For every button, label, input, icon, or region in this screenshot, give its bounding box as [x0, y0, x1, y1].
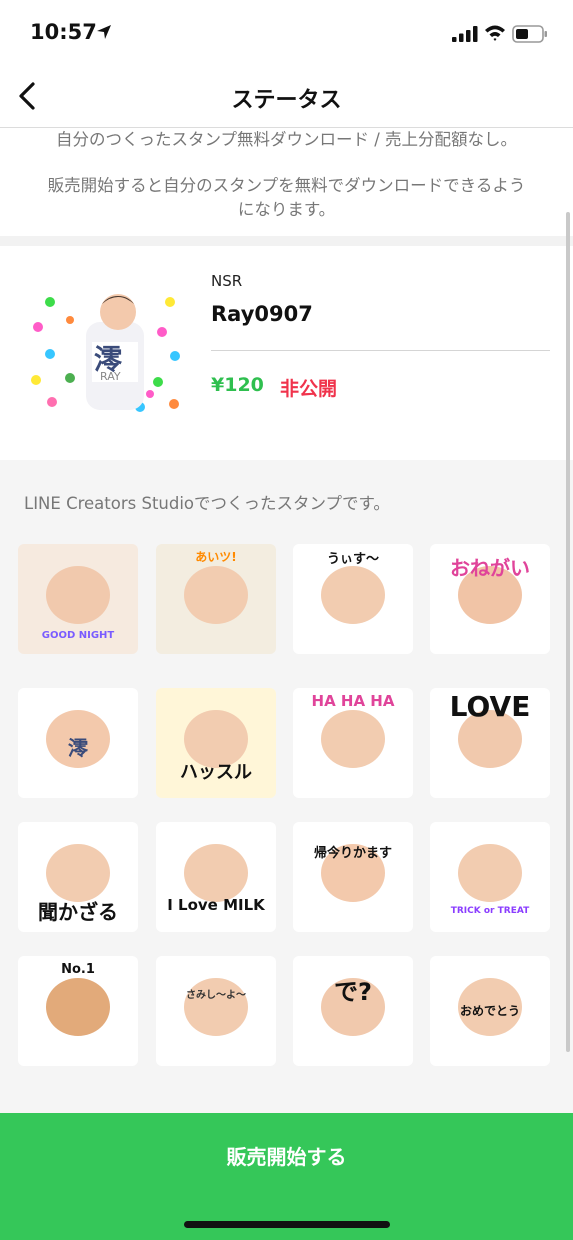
status-time: 10:57 — [30, 20, 97, 44]
sticker-cell[interactable]: さみし〜よ〜 — [156, 956, 276, 1066]
main-sticker-caption: RAY — [100, 370, 121, 383]
sticker-caption: さみし〜よ〜 — [186, 990, 246, 1001]
sticker-caption: 聞かざる — [38, 900, 118, 924]
sticker-cell[interactable]: HA HA HA — [293, 688, 413, 798]
sticker-caption: ハッスル — [180, 762, 252, 783]
visibility-status: 非公開 — [280, 378, 338, 400]
battery-icon — [512, 25, 547, 43]
page-title: ステータス — [231, 88, 342, 113]
sticker-caption: 帰今りかます — [313, 846, 392, 861]
sticker-caption: で? — [334, 978, 372, 1006]
sticker-cell[interactable]: で? — [293, 956, 413, 1066]
sticker-cell[interactable]: GOOD NIGHT — [18, 544, 138, 654]
sticker-cell[interactable]: 聞かざる — [18, 822, 138, 932]
sticker-caption: GOOD NIGHT — [41, 630, 115, 641]
info-line-2a: 販売開始すると自分のスタンプを無料でダウンロードできるよう — [47, 176, 526, 195]
sticker-caption: I Love MILK — [167, 896, 265, 914]
sticker-caption: あいツ! — [195, 550, 237, 564]
sticker-image — [46, 844, 110, 902]
pack-name: Ray0907 — [211, 302, 313, 326]
sticker-image — [321, 710, 385, 768]
home-indicator — [184, 1221, 390, 1228]
navigation-bar: ステータス — [0, 64, 573, 128]
info-line-2: 販売開始すると自分のスタンプを無料でダウンロードできるよう になります。 — [20, 174, 553, 222]
sticker-cell[interactable]: あいツ! — [156, 544, 276, 654]
sticker-image — [46, 978, 110, 1036]
sticker-caption: HA HA HA — [311, 692, 395, 710]
sticker-cell[interactable]: 帰今りかます — [293, 822, 413, 932]
sticker-caption: おめでとう — [459, 1004, 520, 1018]
cellular-signal-icon — [452, 26, 478, 42]
sticker-caption: うぃす〜 — [326, 552, 379, 567]
info-line-1: 自分のつくったスタンプ無料ダウンロード / 売上分配額なし。 — [55, 130, 518, 149]
sticker-cell[interactable]: 澪 — [18, 688, 138, 798]
sticker-image — [46, 566, 110, 624]
info-line-2b: になります。 — [237, 200, 336, 219]
sticker-image — [321, 566, 385, 624]
sticker-pack-card: 澪 RAY NSR Ray0907 ¥120 非公開 — [0, 246, 573, 460]
studio-note: LINE Creators Studioでつくったスタンプです。 — [24, 494, 390, 513]
creator-name: NSR — [211, 272, 243, 290]
sticker-cell[interactable]: No.1 — [18, 956, 138, 1066]
sticker-caption: No.1 — [61, 962, 95, 977]
start-selling-label: 販売開始する — [226, 1147, 347, 1169]
sticker-caption: 澪 — [68, 736, 88, 760]
sticker-cell[interactable]: TRICK or TREAT — [430, 822, 550, 932]
sticker-caption: LOVE — [449, 690, 531, 723]
sticker-list-section: LINE Creators Studioでつくったスタンプです。 GOOD NI… — [0, 460, 573, 1114]
price-label: ¥120 — [211, 374, 264, 396]
card-divider — [211, 350, 550, 351]
info-section: 自分のつくったスタンプ無料ダウンロード / 売上分配額なし。 販売開始すると自分… — [0, 128, 573, 236]
wifi-icon — [485, 25, 505, 41]
status-bar: 10:57 — [0, 0, 573, 64]
scrollbar[interactable] — [566, 212, 570, 1052]
sticker-cell[interactable]: LOVE — [430, 688, 550, 798]
sticker-image — [184, 566, 248, 624]
sticker-caption: おねがい — [450, 556, 530, 580]
sticker-caption: TRICK or TREAT — [450, 906, 530, 916]
location-arrow-icon — [97, 25, 111, 39]
sticker-cell[interactable]: ハッスル — [156, 688, 276, 798]
sticker-image — [458, 844, 522, 902]
sticker-cell[interactable]: おめでとう — [430, 956, 550, 1066]
sticker-cell[interactable]: I Love MILK — [156, 822, 276, 932]
sticker-image — [184, 844, 248, 902]
sticker-cell[interactable]: うぃす〜 — [293, 544, 413, 654]
section-divider — [0, 236, 573, 246]
sticker-cell[interactable]: おねがい — [430, 544, 550, 654]
